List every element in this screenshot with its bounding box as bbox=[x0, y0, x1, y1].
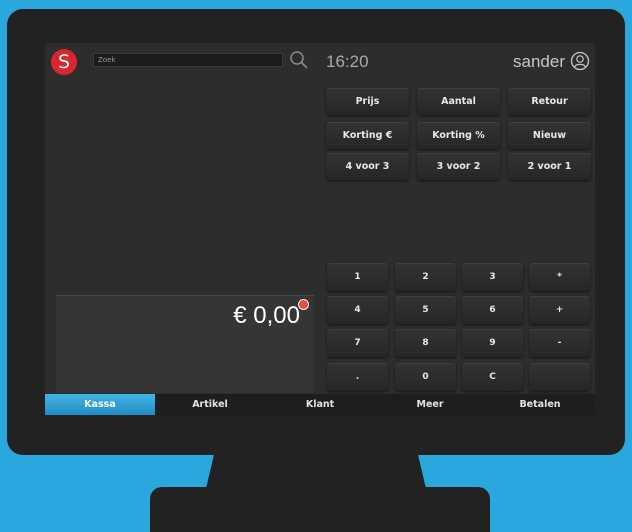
button-retour[interactable]: Retour bbox=[508, 88, 591, 115]
app-logo[interactable]: S bbox=[51, 49, 77, 75]
keypad-1[interactable]: 1 bbox=[327, 263, 388, 291]
button-aantal[interactable]: Aantal bbox=[417, 88, 500, 115]
keypad-decimal[interactable]: . bbox=[327, 363, 388, 391]
button-nieuw[interactable]: Nieuw bbox=[508, 122, 591, 149]
keypad-9[interactable]: 9 bbox=[462, 329, 523, 357]
keypad-minus[interactable]: - bbox=[529, 329, 590, 357]
keypad-6[interactable]: 6 bbox=[462, 296, 523, 324]
button-4-voor-3[interactable]: 4 voor 3 bbox=[326, 153, 409, 180]
bottom-tab-bar: Kassa Artikel Klant Meer Betalen bbox=[45, 394, 595, 415]
clear-total-icon[interactable] bbox=[298, 299, 309, 310]
total-panel: € 0,00 bbox=[56, 295, 314, 393]
keypad-8[interactable]: 8 bbox=[395, 329, 456, 357]
keypad-7[interactable]: 7 bbox=[327, 329, 388, 357]
keypad-multiply[interactable]: * bbox=[529, 263, 590, 291]
keypad-blank[interactable] bbox=[529, 363, 590, 391]
keypad-4[interactable]: 4 bbox=[327, 296, 388, 324]
button-3-voor-2[interactable]: 3 voor 2 bbox=[417, 153, 500, 180]
button-korting-euro[interactable]: Korting € bbox=[326, 122, 409, 149]
search-icon[interactable] bbox=[288, 49, 310, 71]
keypad-0[interactable]: 0 bbox=[395, 363, 456, 391]
tab-artikel[interactable]: Artikel bbox=[155, 394, 265, 415]
monitor-stand-base bbox=[150, 487, 490, 532]
keypad-3[interactable]: 3 bbox=[462, 263, 523, 291]
tab-klant[interactable]: Klant bbox=[265, 394, 375, 415]
button-korting-procent[interactable]: Korting % bbox=[417, 122, 500, 149]
keypad-clear[interactable]: C bbox=[462, 363, 523, 391]
button-prijs[interactable]: Prijs bbox=[326, 88, 409, 115]
keypad-5[interactable]: 5 bbox=[395, 296, 456, 324]
pos-screen: S 16:20 sander Prijs Aantal Retour Korting … bbox=[45, 43, 595, 415]
clock-time: 16:20 bbox=[326, 52, 369, 71]
tab-betalen[interactable]: Betalen bbox=[485, 394, 595, 415]
tab-meer[interactable]: Meer bbox=[375, 394, 485, 415]
total-amount: € 0,00 bbox=[233, 302, 300, 329]
search-input[interactable] bbox=[93, 53, 283, 67]
user-icon[interactable] bbox=[570, 51, 590, 71]
keypad-plus[interactable]: + bbox=[529, 296, 590, 324]
tab-kassa[interactable]: Kassa bbox=[45, 394, 155, 415]
button-2-voor-1[interactable]: 2 voor 1 bbox=[508, 153, 591, 180]
keypad-2[interactable]: 2 bbox=[395, 263, 456, 291]
user-name[interactable]: sander bbox=[513, 52, 565, 72]
